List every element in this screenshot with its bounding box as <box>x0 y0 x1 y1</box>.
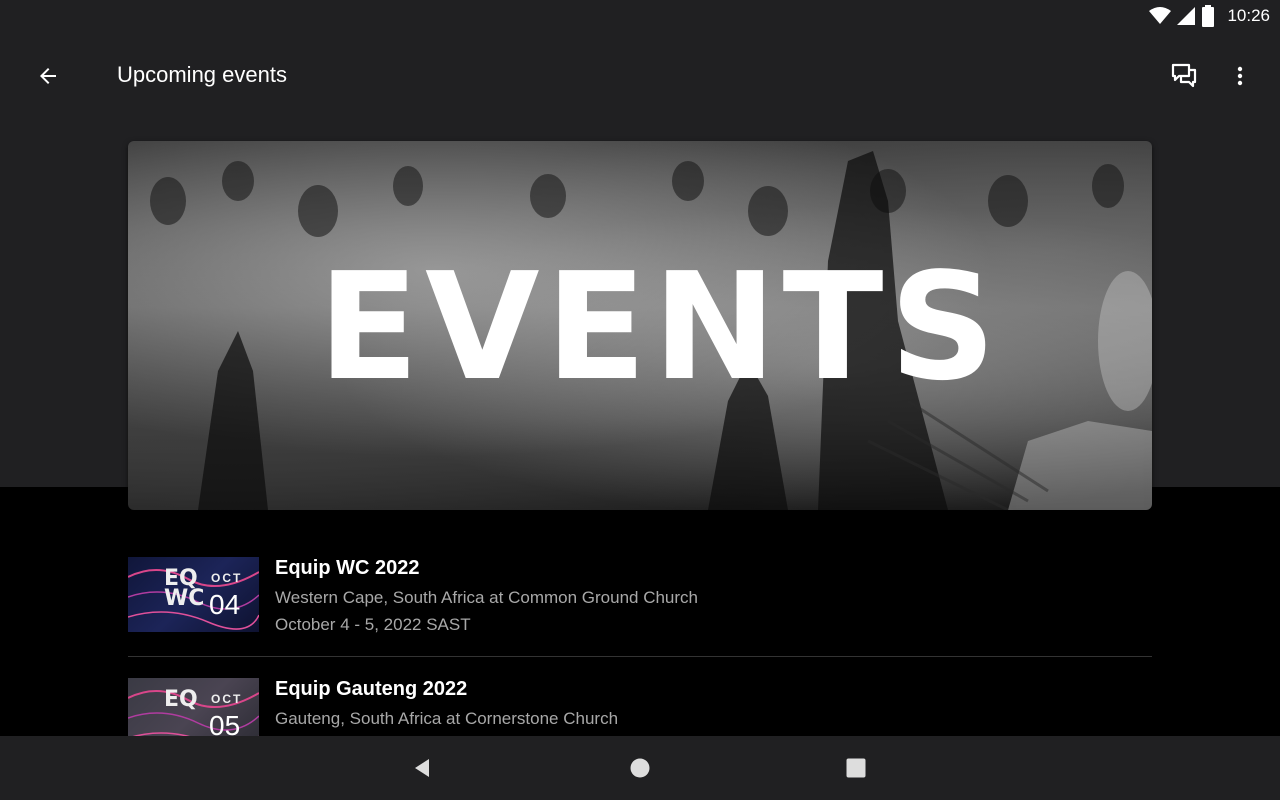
chat-icon <box>1171 63 1197 88</box>
event-thumbnail: EQ WC OCT 04 <box>128 557 259 632</box>
back-triangle-icon <box>415 759 429 777</box>
thumbnail-day: 04 <box>209 589 241 620</box>
thumbnail-logo: EQ WC <box>164 566 205 611</box>
event-title: Equip Gauteng 2022 <box>275 678 468 700</box>
event-location: Western Cape, South Africa at Common Gro… <box>275 588 698 607</box>
wifi-icon <box>1149 7 1172 24</box>
app-bar: Upcoming events <box>0 32 1280 120</box>
event-title: Equip WC 2022 <box>275 557 420 579</box>
recents-square-icon <box>846 758 866 778</box>
status-time: 10:26 <box>1227 6 1270 25</box>
status-icons: 10:26 <box>1149 4 1270 28</box>
home-circle-icon <box>630 758 650 778</box>
nav-recents-button[interactable] <box>832 744 880 792</box>
event-location: Gauteng, South Africa at Cornerstone Chu… <box>275 709 619 728</box>
banner-title: EVENTS <box>317 240 1003 413</box>
nav-home-button[interactable] <box>616 744 664 792</box>
nav-back-button[interactable] <box>398 744 446 792</box>
event-item[interactable]: EQ WC OCT 04 Equip WC 2022 Western Cape, … <box>128 536 1152 657</box>
battery-icon <box>1202 5 1215 27</box>
thumbnail-month: OCT <box>211 692 243 706</box>
more-options-button[interactable] <box>1216 52 1264 100</box>
navigation-bar <box>0 736 1280 800</box>
back-arrow-icon <box>40 68 56 84</box>
event-date: October 4 - 5, 2022 SAST <box>275 615 471 634</box>
signal-icon <box>1177 7 1196 25</box>
events-banner: EVENTS <box>128 141 1152 510</box>
page-title: Upcoming events <box>117 62 287 87</box>
more-vert-icon <box>1237 66 1243 86</box>
chat-button[interactable] <box>1160 52 1208 100</box>
thumbnail-logo: EQ <box>164 687 198 712</box>
back-button[interactable] <box>24 52 72 100</box>
thumbnail-month: OCT <box>211 571 243 585</box>
status-bar: 10:26 <box>0 0 1280 32</box>
